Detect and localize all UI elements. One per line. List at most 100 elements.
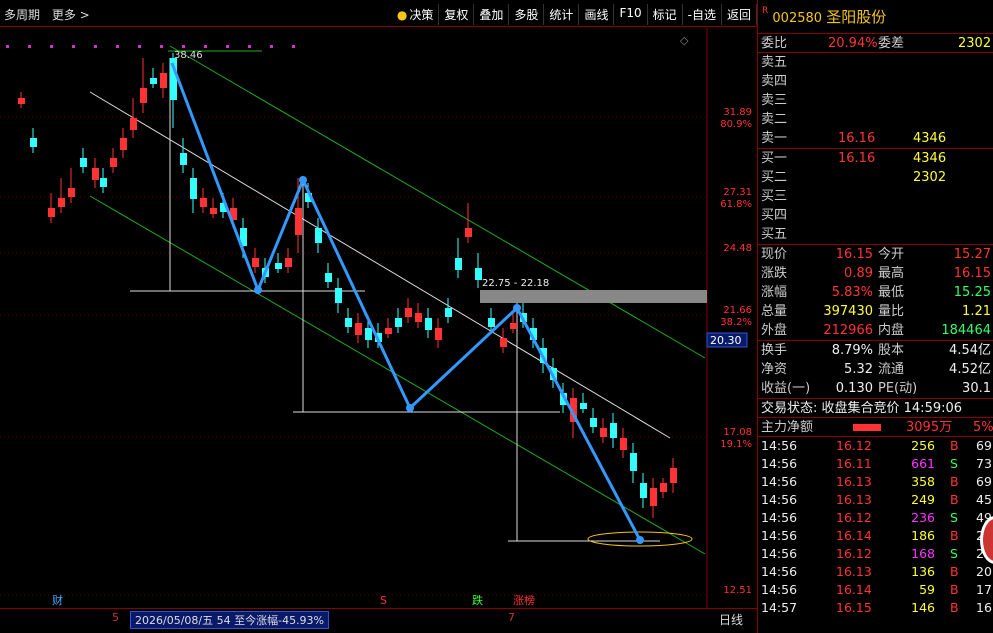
order-ratio-row: 委比 20.94% 委差 2302: [758, 34, 993, 53]
fund-label: 换手: [761, 343, 788, 358]
quote-value: 16.15: [953, 266, 991, 281]
toolbar-label: 叠加: [479, 8, 504, 22]
toolbar-button-6[interactable]: F10: [614, 4, 648, 25]
quote-value: 0.89: [844, 266, 873, 281]
ask-label: 卖二: [761, 112, 788, 127]
r-badge: R: [762, 6, 769, 16]
candle-body: [285, 258, 292, 267]
tick-volume: 146: [911, 600, 935, 615]
tick-price: 16.12: [836, 546, 872, 561]
top-dot: [72, 45, 75, 48]
tick-side: S: [950, 546, 958, 561]
fund-value: 4.52亿: [949, 362, 991, 377]
fund-value: 5.32: [844, 362, 873, 377]
candle-body: [600, 428, 607, 437]
toolbar-button-4[interactable]: 统计: [544, 4, 580, 25]
candle-body: [200, 198, 207, 207]
candle-body: [670, 468, 677, 483]
quote-value: 397430: [823, 304, 873, 319]
tick-time: 14:56: [761, 510, 798, 525]
tick-count: 16: [976, 600, 992, 615]
ask-row: 卖一 16.16 4346: [758, 129, 993, 148]
toolbar-button-8[interactable]: -自选: [683, 4, 722, 25]
main-net-pct: 5%: [973, 420, 993, 435]
quote-label: 最高: [878, 266, 905, 281]
bid-label: 买三: [761, 189, 788, 204]
candle-body: [510, 323, 517, 329]
trade-row: 14:57 16.15 146 B 16: [758, 599, 993, 617]
y-tick-pct: 38.2%: [720, 317, 752, 328]
fund-value: 4.54亿: [949, 343, 991, 358]
candle-body: [385, 328, 392, 334]
bid-label: 买五: [761, 227, 788, 242]
candle-body: [620, 438, 627, 450]
candle-body: [335, 288, 342, 303]
toolbar-button-0[interactable]: ● 决策: [392, 4, 440, 25]
stock-name: 圣阳股份: [826, 8, 887, 26]
tick-volume: 168: [911, 546, 935, 561]
candle-body: [160, 73, 167, 88]
bid-row: 买二 2302: [758, 168, 993, 187]
kline-chart[interactable]: 31.8980.9% 27.3161.8% 24.48 21.6638.2% 17.08…: [0, 28, 757, 608]
candle-body: [650, 488, 657, 506]
candle-body: [425, 318, 432, 330]
multi-period-button[interactable]: 多周期: [4, 8, 40, 22]
tick-price: 16.14: [836, 582, 872, 597]
toolbar-button-1[interactable]: 复权: [439, 4, 475, 25]
ask-label: 卖一: [761, 131, 788, 146]
tick-side: S: [950, 456, 958, 471]
y-tick-label: 27.31: [723, 187, 752, 198]
quote-label: 量比: [878, 304, 905, 319]
candle-body: [610, 423, 617, 438]
tick-count: 45: [976, 492, 992, 507]
ask-label: 卖五: [761, 55, 788, 70]
order-diff-label: 委差: [878, 36, 905, 51]
top-dot: [292, 45, 295, 48]
candle-body: [120, 138, 127, 150]
trend-line: [89, 91, 671, 439]
event-marker: 财: [52, 593, 63, 607]
channel-lower: [89, 195, 706, 555]
tick-volume: 186: [911, 528, 935, 543]
candle-body: [100, 178, 107, 187]
candle-body: [210, 208, 217, 214]
quote-row: 涨跌 0.89 最高 16.15: [758, 264, 993, 283]
toolbar-label: 多股: [514, 8, 539, 22]
high-label: 38.46: [174, 50, 203, 61]
stock-header: R 002580 圣阳股份: [758, 0, 993, 34]
toolbar-label: 决策: [409, 8, 434, 22]
tick-side: B: [950, 474, 959, 489]
y-tick-label: 21.66: [723, 305, 752, 316]
candle-body: [640, 483, 647, 498]
tick-side: B: [950, 438, 959, 453]
more-button[interactable]: 更多 >: [52, 8, 90, 22]
tick-side: B: [950, 582, 959, 597]
tick-time: 14:56: [761, 474, 798, 489]
trade-row: 14:5616.12168S29: [758, 545, 993, 563]
toolbar-button-3[interactable]: 多股: [509, 4, 545, 25]
y-tick-pct: 80.9%: [720, 119, 752, 130]
tick-time: 14:56: [761, 456, 798, 471]
top-dot: [94, 45, 97, 48]
candle-body: [590, 418, 597, 427]
quote-value: 1.21: [962, 304, 991, 319]
candle-body: [252, 258, 259, 267]
tick-time: 14:57: [761, 600, 798, 615]
sell-orders: 卖五 卖四 卖三 卖二 卖一 16.16 4346: [758, 53, 993, 148]
stock-code: 002580: [772, 11, 823, 26]
quote-value: 16.15: [835, 247, 873, 262]
toolbar-button-2[interactable]: 叠加: [474, 4, 510, 25]
toolbar-button-9[interactable]: 返回: [722, 4, 757, 25]
candle-body: [630, 453, 637, 471]
current-price-label: 20.30: [710, 334, 742, 347]
fund-row: 净资 5.32 流通 4.52亿: [758, 360, 993, 379]
daily-cycle-button[interactable]: 日线: [719, 611, 743, 628]
quote-label: 现价: [761, 247, 788, 262]
toolbar-button-7[interactable]: 标记: [648, 4, 683, 25]
candle-body: [435, 328, 442, 340]
event-marker: 涨榜: [513, 593, 535, 607]
candle-body: [150, 78, 157, 84]
toolbar-button-5[interactable]: 画线: [579, 4, 615, 25]
toolbar-label: 返回: [726, 8, 751, 22]
bottom-number-1: 5: [112, 611, 119, 624]
